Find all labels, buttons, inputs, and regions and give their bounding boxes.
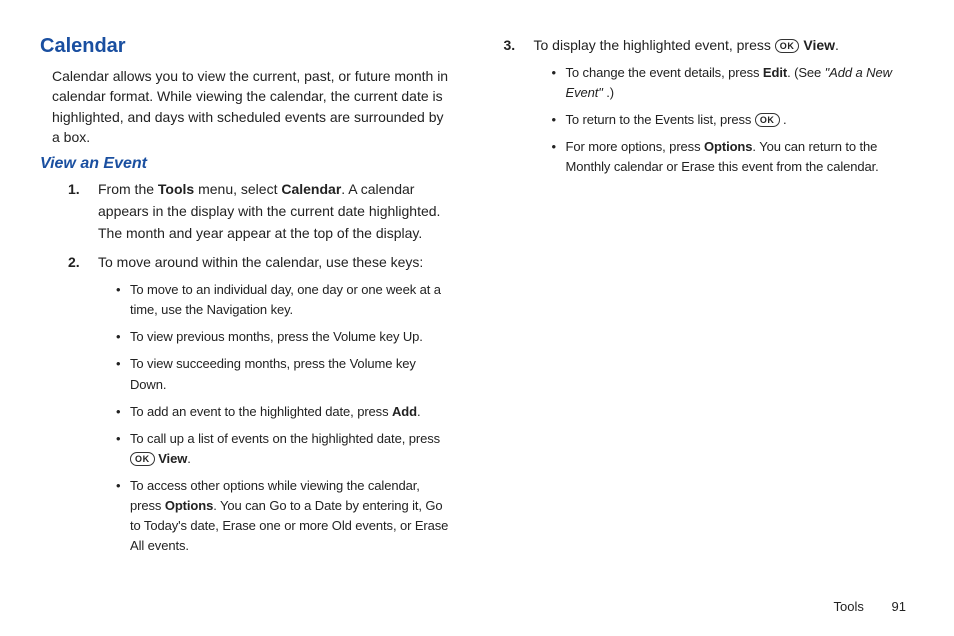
bold-calendar: Calendar xyxy=(281,181,341,197)
ok-icon: OK xyxy=(755,113,780,127)
step-3: 3. To display the highlighted event, pre… xyxy=(504,35,915,177)
steps-list: 1. From the Tools menu, select Calendar.… xyxy=(40,179,455,556)
bullet-item: To change the event details, press Edit.… xyxy=(552,63,915,103)
bullet-item: To call up a list of events on the highl… xyxy=(116,429,455,469)
bold-view: View xyxy=(803,37,835,53)
step-number: 2. xyxy=(68,252,80,274)
page-footer: Tools 91 xyxy=(834,599,906,614)
bullet-text: . xyxy=(417,404,421,419)
subsection-heading: View an Event xyxy=(40,155,455,173)
left-column: Calendar Calendar allows you to view the… xyxy=(40,35,455,565)
bullet-item: For more options, press Options. You can… xyxy=(552,137,915,177)
bullet-text: To change the event details, press xyxy=(566,65,763,80)
right-column: 3. To display the highlighted event, pre… xyxy=(500,35,915,565)
bullet-item: To view previous months, press the Volum… xyxy=(116,327,455,347)
step-text: menu, select xyxy=(194,181,281,197)
bullet-item: To move to an individual day, one day or… xyxy=(116,280,455,320)
bullet-text: To return to the Events list, press xyxy=(566,112,755,127)
step-text: To move around within the calendar, use … xyxy=(98,254,423,270)
bullet-text: For more options, press xyxy=(566,139,705,154)
footer-section-label: Tools xyxy=(834,599,864,614)
bullet-text: To call up a list of events on the highl… xyxy=(130,431,440,446)
bold-options: Options xyxy=(165,498,213,513)
section-heading: Calendar xyxy=(40,35,455,58)
bullet-text: .) xyxy=(603,85,614,100)
ok-icon: OK xyxy=(775,39,800,53)
bold-options: Options xyxy=(704,139,752,154)
step-text: To display the highlighted event, press xyxy=(534,37,775,53)
bold-edit: Edit xyxy=(763,65,787,80)
step-2: 2. To move around within the calendar, u… xyxy=(68,252,455,556)
step-2-bullets: To move to an individual day, one day or… xyxy=(98,280,455,557)
step-number: 3. xyxy=(504,35,516,57)
bold-add: Add xyxy=(392,404,417,419)
steps-list-continued: 3. To display the highlighted event, pre… xyxy=(500,35,915,177)
step-text: From the xyxy=(98,181,158,197)
intro-paragraph: Calendar allows you to view the current,… xyxy=(52,66,455,147)
page-number: 91 xyxy=(892,599,906,614)
page-columns: Calendar Calendar allows you to view the… xyxy=(40,35,914,565)
bullet-item: To return to the Events list, press OK . xyxy=(552,110,915,130)
bold-view: View xyxy=(158,451,187,466)
bullet-text: . xyxy=(780,112,787,127)
bold-tools: Tools xyxy=(158,181,194,197)
bullet-item: To view succeeding months, press the Vol… xyxy=(116,354,455,394)
ok-icon: OK xyxy=(130,452,155,466)
bullet-item: To access other options while viewing th… xyxy=(116,476,455,557)
bullet-text: . xyxy=(187,451,191,466)
step-text: . xyxy=(835,37,839,53)
bullet-text: To add an event to the highlighted date,… xyxy=(130,404,392,419)
bullet-text: . (See xyxy=(787,65,825,80)
step-3-bullets: To change the event details, press Edit.… xyxy=(534,63,915,178)
bullet-item: To add an event to the highlighted date,… xyxy=(116,402,455,422)
step-1: 1. From the Tools menu, select Calendar.… xyxy=(68,179,455,244)
step-number: 1. xyxy=(68,179,80,201)
